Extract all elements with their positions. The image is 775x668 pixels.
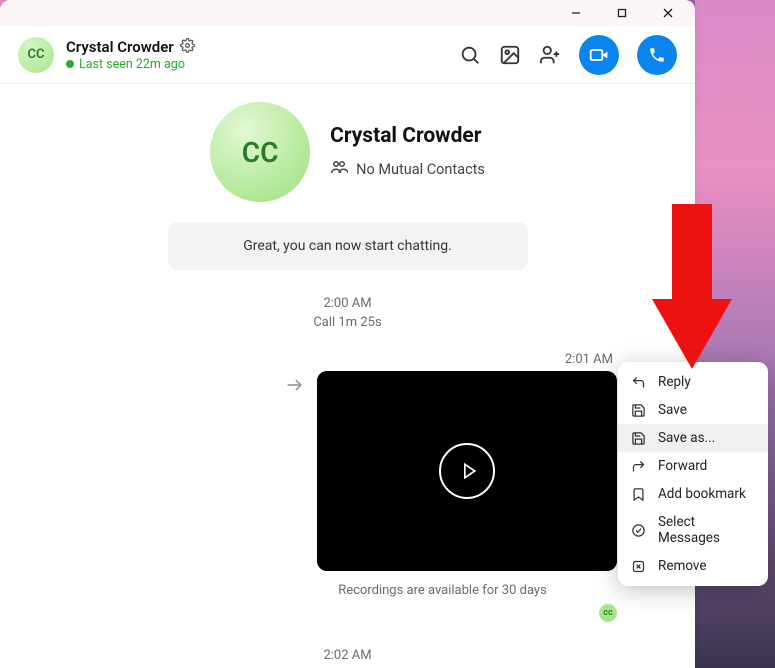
start-chat-banner: Great, you can now start chatting. xyxy=(168,222,528,270)
read-receipt-avatar: cc xyxy=(599,604,617,622)
check-circle-icon xyxy=(630,522,646,538)
context-menu: Reply Save Save as... Forward Add bookma… xyxy=(618,362,768,586)
mutual-contacts-text: No Mutual Contacts xyxy=(356,161,485,178)
ctx-remove[interactable]: Remove xyxy=(618,552,768,580)
play-icon[interactable] xyxy=(439,443,495,499)
profile-avatar[interactable]: CC xyxy=(210,102,310,202)
bookmark-icon xyxy=(630,486,646,502)
forward-icon xyxy=(630,458,646,474)
ctx-select-label: Select Messages xyxy=(658,514,756,546)
ctx-reply-label: Reply xyxy=(658,374,691,390)
timestamp-2: 2:02 AM xyxy=(0,648,695,663)
video-thumbnail[interactable] xyxy=(317,371,617,571)
profile-card: CC Crystal Crowder No Mutual Contacts xyxy=(0,102,695,202)
video-call-button[interactable] xyxy=(579,35,619,75)
save-icon xyxy=(630,402,646,418)
ctx-select-messages[interactable]: Select Messages xyxy=(618,508,768,552)
titlebar xyxy=(0,0,695,26)
profile-name: Crystal Crowder xyxy=(330,124,485,148)
ctx-save-as[interactable]: Save as... xyxy=(618,424,768,452)
maximize-button[interactable] xyxy=(599,0,645,26)
contact-name: Crystal Crowder xyxy=(66,38,174,56)
ctx-bookmark[interactable]: Add bookmark xyxy=(618,480,768,508)
ctx-save-label: Save xyxy=(658,402,687,418)
recording-note: Recordings are available for 30 days xyxy=(338,583,547,598)
presence-dot-icon xyxy=(66,60,74,68)
ctx-bookmark-label: Add bookmark xyxy=(658,486,746,502)
remove-icon xyxy=(630,558,646,574)
timestamp-1: 2:00 AM xyxy=(0,296,695,311)
ctx-save-as-label: Save as... xyxy=(658,430,715,446)
header-name-block: Crystal Crowder Last seen 22m ago xyxy=(66,38,459,72)
app-window: CC Crystal Crowder Last seen 22m ago xyxy=(0,0,695,668)
ctx-remove-label: Remove xyxy=(658,558,707,574)
search-icon[interactable] xyxy=(459,44,481,66)
add-contact-icon[interactable] xyxy=(539,44,561,66)
voice-call-button[interactable] xyxy=(637,35,677,75)
minimize-button[interactable] xyxy=(553,0,599,26)
settings-icon[interactable] xyxy=(180,38,195,57)
read-receipt: cc xyxy=(0,604,695,622)
ctx-forward[interactable]: Forward xyxy=(618,452,768,480)
close-button[interactable] xyxy=(645,0,691,26)
message-timestamp: 2:01 AM xyxy=(0,352,695,367)
chat-header: CC Crystal Crowder Last seen 22m ago xyxy=(0,26,695,84)
last-seen-status: Last seen 22m ago xyxy=(79,57,185,72)
ctx-reply[interactable]: Reply xyxy=(618,368,768,396)
header-avatar[interactable]: CC xyxy=(18,37,54,73)
video-message-row xyxy=(0,371,695,571)
gallery-icon[interactable] xyxy=(499,44,521,66)
chat-main: CC Crystal Crowder No Mutual Contacts Gr… xyxy=(0,84,695,668)
reply-icon xyxy=(630,374,646,390)
contacts-icon xyxy=(330,158,348,180)
mutual-contacts-row: No Mutual Contacts xyxy=(330,158,485,180)
save-as-icon xyxy=(630,430,646,446)
share-icon[interactable] xyxy=(285,375,305,399)
call-duration-1: Call 1m 25s xyxy=(0,315,695,330)
ctx-forward-label: Forward xyxy=(658,458,707,474)
ctx-save[interactable]: Save xyxy=(618,396,768,424)
